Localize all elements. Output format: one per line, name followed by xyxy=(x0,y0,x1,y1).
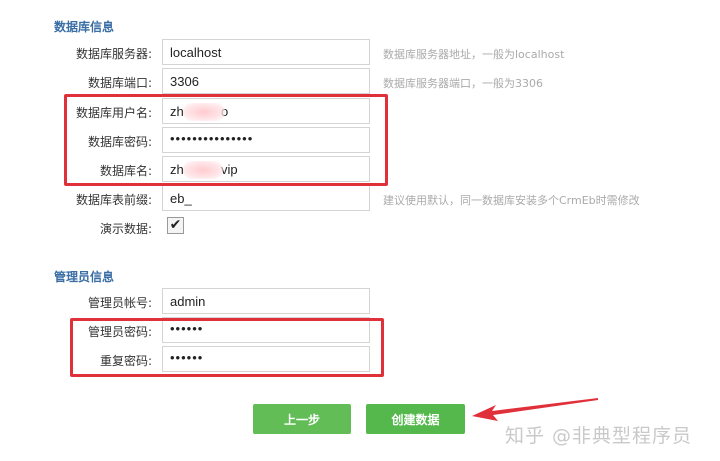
admin-account-label: 管理员帐号: xyxy=(87,296,152,310)
create-data-button[interactable]: 创建数据 xyxy=(366,404,465,434)
watermark: 知乎 @非典型程序员 xyxy=(505,425,693,447)
db-prefix-hint: 建议使用默认，同一数据库安装多个CrmEb时需修改 xyxy=(383,194,640,207)
db-server-hint: 数据库服务器地址，一般为localhost xyxy=(383,48,565,61)
db-server-label: 数据库服务器: xyxy=(75,47,152,61)
admin-password-highlight-box xyxy=(70,318,384,377)
previous-step-button[interactable]: 上一步 xyxy=(253,404,351,434)
admin-account-input[interactable]: admin xyxy=(162,288,370,314)
db-port-row: 数据库端口: 3306 数据库服务器端口，一般为3306 xyxy=(0,67,720,97)
db-port-label: 数据库端口: xyxy=(87,76,152,90)
db-prefix-input[interactable]: eb_ xyxy=(162,185,370,211)
db-server-row: 数据库服务器: localhost 数据库服务器地址，一般为localhost xyxy=(0,38,720,68)
db-server-input[interactable]: localhost xyxy=(162,39,370,65)
db-prefix-label: 数据库表前缀: xyxy=(75,193,152,207)
admin-section-title: 管理员信息 xyxy=(54,270,115,284)
db-prefix-row: 数据库表前缀: eb_ 建议使用默认，同一数据库安装多个CrmEb时需修改 xyxy=(0,184,720,214)
demo-data-label: 演示数据: xyxy=(99,222,152,236)
db-port-input[interactable]: 3306 xyxy=(162,68,370,94)
db-section-title: 数据库信息 xyxy=(54,20,115,34)
credentials-highlight-box xyxy=(64,94,388,186)
admin-account-row: 管理员帐号: admin xyxy=(0,287,720,317)
db-port-hint: 数据库服务器端口，一般为3306 xyxy=(383,77,543,90)
demo-data-row: 演示数据: ✔ xyxy=(0,213,720,243)
demo-data-checkbox[interactable]: ✔ xyxy=(167,217,184,234)
